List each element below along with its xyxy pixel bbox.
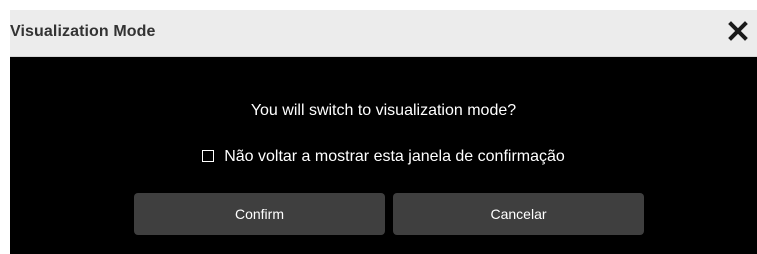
dont-show-again-row: Não voltar a mostrar esta janela de conf… (10, 148, 757, 166)
confirm-button[interactable]: Confirm (134, 193, 385, 235)
dont-show-again-label[interactable]: Não voltar a mostrar esta janela de conf… (224, 148, 565, 165)
dialog-title: Visualization Mode (10, 23, 156, 40)
dont-show-again-checkbox[interactable] (202, 149, 215, 162)
dialog-titlebar: Visualization Mode (10, 10, 757, 57)
confirmation-question: You will switch to visualization mode? (250, 102, 517, 119)
visualization-mode-dialog: Visualization Mode You will switch to vi… (10, 10, 757, 254)
close-icon[interactable] (727, 20, 749, 42)
cancel-button[interactable]: Cancelar (393, 193, 644, 235)
